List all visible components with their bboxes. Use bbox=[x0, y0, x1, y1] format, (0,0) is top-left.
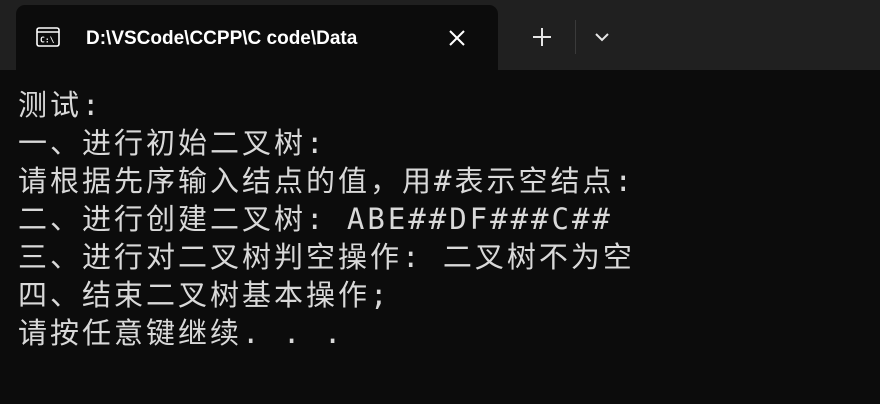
console-line: 请根据先序输入结点的值，用#表示空结点: bbox=[18, 164, 635, 198]
console-line: 四、结束二叉树基本操作; bbox=[18, 278, 391, 312]
console-line: 二、进行创建二叉树: ABE##DF###C## bbox=[18, 202, 613, 236]
svg-text:C:\: C:\ bbox=[40, 36, 55, 45]
tab-title: D:\VSCode\CCPP\C code\Data bbox=[86, 28, 358, 49]
console-line: 测试: bbox=[18, 88, 103, 122]
terminal-icon: C:\ bbox=[36, 27, 60, 47]
plus-icon[interactable] bbox=[522, 22, 562, 52]
console-line: 三、进行对二叉树判空操作: 二叉树不为空 bbox=[18, 240, 635, 274]
title-bar: C:\ D:\VSCode\CCPP\C code\Data bbox=[0, 0, 880, 70]
chevron-down-icon[interactable] bbox=[586, 22, 618, 52]
console-output[interactable]: 测试: 一、进行初始二叉树: 请根据先序输入结点的值，用#表示空结点: 二、进行… bbox=[0, 70, 880, 404]
close-icon[interactable] bbox=[442, 23, 472, 53]
active-tab[interactable]: C:\ D:\VSCode\CCPP\C code\Data bbox=[16, 5, 498, 70]
titlebar-divider bbox=[575, 20, 576, 54]
console-line: 一、进行初始二叉树: bbox=[18, 126, 327, 160]
console-line: 请按任意键继续. . . bbox=[18, 316, 345, 350]
terminal-window: C:\ D:\VSCode\CCPP\C code\Data 测试: 一、进行初… bbox=[0, 0, 880, 404]
